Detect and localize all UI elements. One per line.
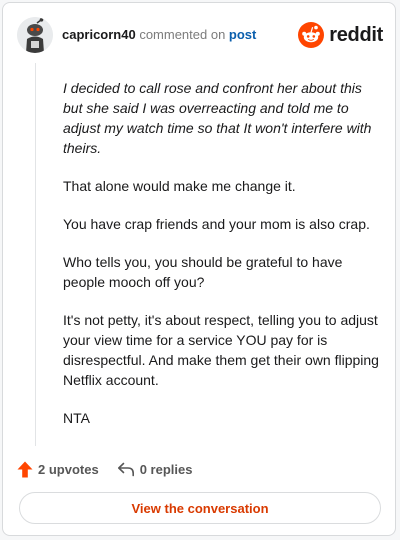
comment-header: capricorn40 commented on post reddit [3, 3, 395, 67]
post-link[interactable]: post [229, 27, 256, 42]
comment-paragraph: That alone would make me change it. [63, 178, 296, 194]
comment-actions: 2 upvotes 0 replies [17, 459, 210, 479]
username-link[interactable]: capricorn40 [62, 27, 136, 42]
comment-paragraph: Who tells you, you should be grateful to… [63, 254, 343, 290]
comment-paragraph: You have crap friends and your mom is al… [63, 216, 370, 232]
comment-byline: capricorn40 commented on post [62, 27, 256, 42]
reddit-logo-icon [298, 22, 325, 48]
replies-button[interactable]: 0 replies [117, 461, 193, 477]
thread-line [35, 63, 36, 446]
snoo-avatar-icon [17, 17, 53, 53]
upvote-count: 2 upvotes [38, 461, 99, 477]
view-conversation-button[interactable]: View the conversation [19, 492, 381, 524]
upvote-arrow-icon [17, 461, 33, 477]
comment-paragraph: I decided to call rose and confront her … [63, 80, 372, 156]
comment-paragraph: It's not petty, it's about respect, tell… [63, 312, 379, 388]
reply-arrow-icon [117, 462, 134, 477]
byline-action-text: commented on [135, 27, 229, 42]
reddit-brand[interactable]: reddit [298, 21, 383, 49]
upvote-button[interactable]: 2 upvotes [17, 461, 99, 478]
reply-count: 0 replies [139, 461, 193, 477]
brand-wordmark: reddit [329, 23, 383, 46]
comment-body: I decided to call rose and confront her … [63, 78, 381, 446]
user-avatar[interactable] [17, 17, 53, 53]
comment-card: capricorn40 commented on post reddit I d… [2, 2, 396, 536]
comment-paragraph: NTA [63, 410, 90, 426]
